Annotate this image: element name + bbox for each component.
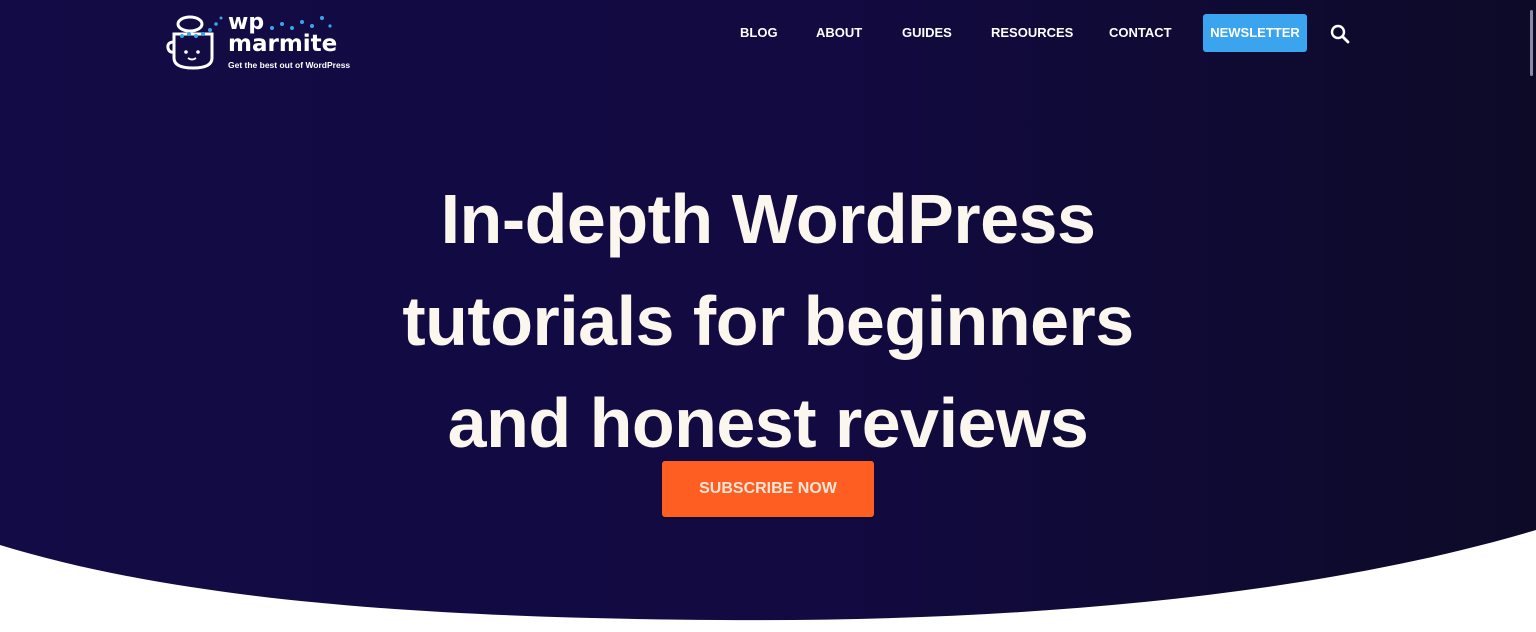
hero-headline: In-depth WordPress tutorials for beginne… <box>0 168 1536 474</box>
nav-item-contact[interactable]: CONTACT <box>1109 14 1172 52</box>
nav-item-about[interactable]: ABOUT <box>816 14 862 52</box>
pot-mascot-icon <box>166 15 223 70</box>
logo-tagline: Get the best out of WordPress <box>228 60 351 70</box>
nav-item-guides[interactable]: GUIDES <box>902 14 952 52</box>
nav-item-blog[interactable]: BLOG <box>740 14 778 52</box>
search-icon <box>1330 24 1350 44</box>
subscribe-now-button[interactable]: SUBSCRIBE NOW <box>662 461 874 517</box>
nav-item-resources[interactable]: RESOURCES <box>991 14 1073 52</box>
headline-line: tutorials for beginners <box>402 282 1134 360</box>
logo-text-marmite: marmite <box>228 31 338 57</box>
newsletter-button[interactable]: NEWSLETTER <box>1203 14 1307 52</box>
headline-line: In-depth WordPress <box>440 180 1096 258</box>
site-header: wp marmite Get the best out of WordPress… <box>0 0 1536 70</box>
site-logo[interactable]: wp marmite Get the best out of WordPress <box>166 12 356 74</box>
headline-line: and honest reviews <box>447 384 1089 462</box>
search-button[interactable] <box>1329 23 1351 45</box>
page-scrollbar-thumb[interactable] <box>1530 10 1533 76</box>
